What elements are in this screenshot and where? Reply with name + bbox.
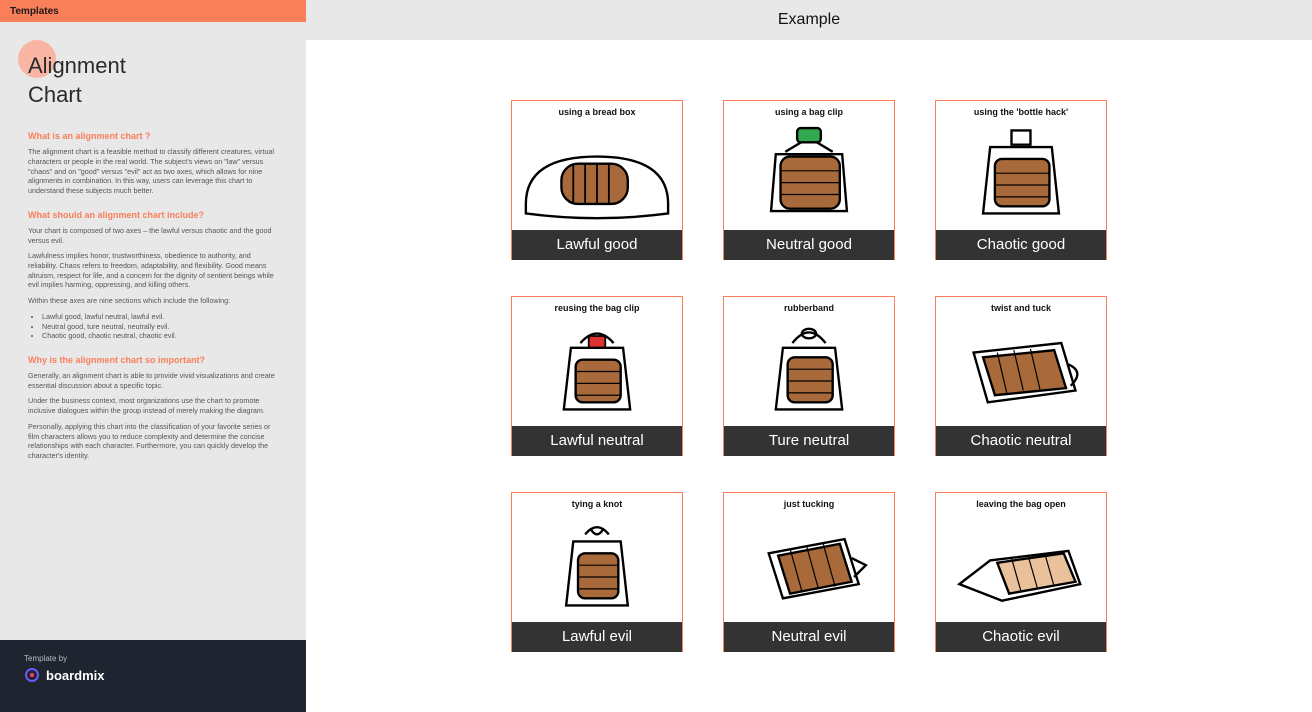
body-paragraph: Your chart is composed of two axes – the… [28, 226, 278, 245]
rubberband-icon [724, 315, 894, 426]
body-list: Lawful good, lawful neutral, lawful evil… [42, 312, 278, 341]
footer-brand-text: boardmix [46, 668, 105, 683]
footer-label: Template by [24, 654, 282, 663]
sidebar: Templates Alignment Chart What is an ali… [0, 0, 306, 712]
main-header-title: Example [778, 11, 840, 29]
sidebar-header-label: Templates [10, 6, 59, 17]
bag-open-icon [936, 511, 1106, 622]
list-item: Lawful good, lawful neutral, lawful evil… [42, 312, 278, 322]
cell-chaotic-evil: leaving the bag open Chaotic evil [935, 492, 1107, 652]
title-line-1: Alignment [28, 53, 126, 78]
cell-label: Neutral evil [724, 622, 894, 652]
body-paragraph: Generally, an alignment chart is able to… [28, 371, 278, 390]
cell-caption: twist and tuck [936, 297, 1106, 315]
main: Example using a bread box Lawful good [306, 0, 1312, 712]
cell-caption: rubberband [724, 297, 894, 315]
cell-lawful-evil: tying a knot Lawful evil [511, 492, 683, 652]
cell-caption: using the 'bottle hack' [936, 101, 1106, 119]
body-paragraph: The alignment chart is a feasible method… [28, 147, 278, 196]
cell-caption: tying a knot [512, 493, 682, 511]
just-tucking-icon [724, 511, 894, 622]
cell-label: Chaotic evil [936, 622, 1106, 652]
body-paragraph: Under the business context, most organiz… [28, 396, 278, 415]
list-item: Chaotic good, chaotic neutral, chaotic e… [42, 331, 278, 341]
cell-caption: using a bag clip [724, 101, 894, 119]
alignment-grid-wrap: using a bread box Lawful good using a ba… [306, 40, 1312, 712]
cell-label: Lawful good [512, 230, 682, 260]
cell-caption: leaving the bag open [936, 493, 1106, 511]
cell-label: Chaotic neutral [936, 426, 1106, 456]
section-heading: Why is the alignment chart so important? [28, 355, 278, 365]
boardmix-logo-icon [24, 667, 40, 683]
cell-chaotic-good: using the 'bottle hack' Chaotic good [935, 100, 1107, 260]
body-paragraph: Personally, applying this chart into the… [28, 422, 278, 461]
reuse-clip-icon [512, 315, 682, 426]
twist-tuck-icon [936, 315, 1106, 426]
cell-label: Lawful neutral [512, 426, 682, 456]
bread-box-icon [512, 119, 682, 230]
bag-clip-icon [724, 119, 894, 230]
sidebar-content: Alignment Chart What is an alignment cha… [0, 22, 306, 640]
bottle-hack-icon [936, 119, 1106, 230]
sidebar-header: Templates [0, 0, 306, 22]
cell-label: Chaotic good [936, 230, 1106, 260]
body-paragraph: Within these axes are nine sections whic… [28, 296, 278, 306]
cell-caption: just tucking [724, 493, 894, 511]
title-line-2: Chart [28, 82, 82, 107]
list-item: Neutral good, ture neutral, neutrally ev… [42, 322, 278, 332]
cell-neutral-evil: just tucking Neutral evil [723, 492, 895, 652]
cell-lawful-good: using a bread box Lawful good [511, 100, 683, 260]
cell-lawful-neutral: reusing the bag clip Lawful neutral [511, 296, 683, 456]
cell-chaotic-neutral: twist and tuck Chaotic neutral [935, 296, 1107, 456]
tying-knot-icon [512, 511, 682, 622]
cell-label: Neutral good [724, 230, 894, 260]
cell-neutral-good: using a bag clip Neutral good [723, 100, 895, 260]
cell-label: Ture neutral [724, 426, 894, 456]
section-heading: What is an alignment chart ? [28, 131, 278, 141]
cell-label: Lawful evil [512, 622, 682, 652]
alignment-grid: using a bread box Lawful good using a ba… [511, 100, 1107, 652]
body-paragraph: Lawfulness implies honor, trustworthines… [28, 251, 278, 290]
footer-brand: boardmix [24, 667, 282, 683]
page-title: Alignment Chart [28, 52, 278, 109]
cell-caption: reusing the bag clip [512, 297, 682, 315]
cell-true-neutral: rubberband Ture neutral [723, 296, 895, 456]
sidebar-footer: Template by boardmix [0, 640, 306, 712]
section-heading: What should an alignment chart include? [28, 210, 278, 220]
cell-caption: using a bread box [512, 101, 682, 119]
main-header: Example [306, 0, 1312, 40]
